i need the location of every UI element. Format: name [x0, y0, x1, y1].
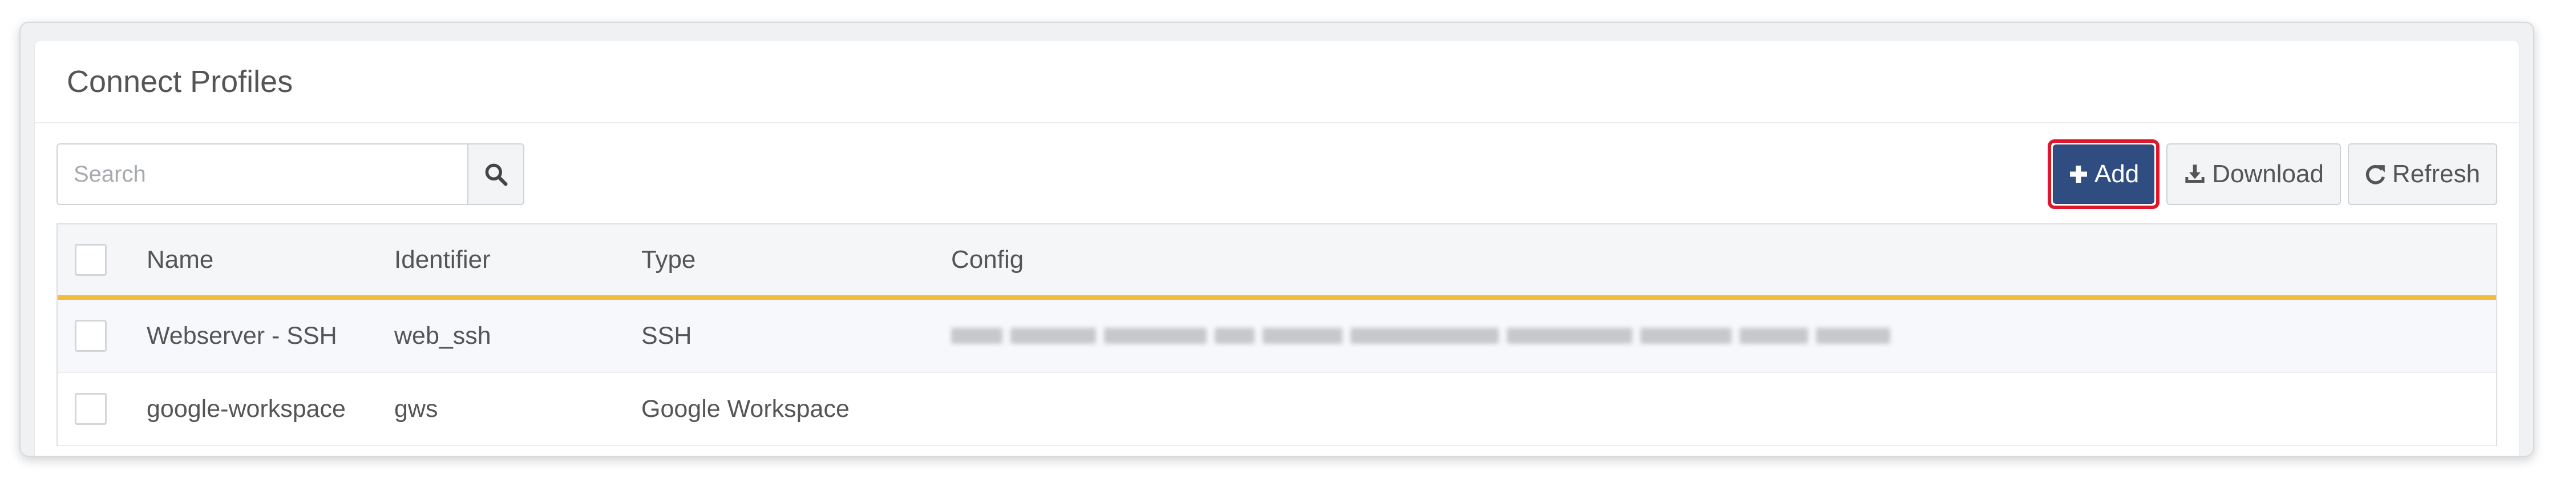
row-checkbox[interactable]	[75, 320, 107, 352]
plus-icon	[2069, 166, 2087, 183]
add-button-label: Add	[2094, 160, 2140, 188]
search-group	[56, 143, 524, 205]
search-input[interactable]	[56, 143, 467, 205]
connect-profiles-panel: Connect Profiles Search Add Download Ref…	[34, 40, 2520, 456]
toolbar-actions: Add Download Refresh	[2047, 139, 2497, 209]
profile-name: Webserver - SSH	[147, 322, 337, 350]
profile-identifier: web_ssh	[394, 322, 491, 350]
profile-type: Google Workspace	[641, 395, 850, 423]
download-icon	[2185, 164, 2205, 183]
select-all-checkbox[interactable]	[75, 244, 107, 276]
column-header-config[interactable]: Config	[951, 246, 1024, 274]
download-button-label: Download	[2212, 160, 2324, 188]
search-icon	[485, 163, 508, 186]
refresh-button-label: Refresh	[2392, 160, 2480, 188]
column-header-name[interactable]: Name	[147, 246, 213, 274]
column-header-type[interactable]: Type	[641, 246, 695, 274]
profile-name: google-workspace	[147, 395, 346, 423]
refresh-icon	[2365, 164, 2385, 184]
profile-identifier: gws	[394, 395, 438, 423]
refresh-button[interactable]: Refresh	[2347, 143, 2497, 205]
row-checkbox[interactable]	[75, 393, 107, 425]
profiles-table: Name Identifier Type Config Webserver - …	[56, 223, 2497, 446]
column-header-identifier[interactable]: Identifier	[394, 246, 491, 274]
table-row[interactable]: google-workspace gws Google Workspace	[58, 373, 2496, 446]
profile-type: SSH	[641, 322, 692, 350]
download-button[interactable]: Download	[2166, 143, 2341, 205]
add-button[interactable]: Add	[2052, 144, 2155, 204]
profile-config-redacted	[951, 328, 1890, 344]
search-button[interactable]	[467, 143, 524, 205]
app-window: Connect Profiles Search Add Download Ref…	[19, 22, 2534, 457]
toolbar: Add Download Refresh	[56, 139, 2497, 209]
page-title: Connect Profiles	[67, 64, 293, 99]
add-button-highlight: Add	[2047, 139, 2160, 209]
panel-header: Connect Profiles	[35, 41, 2519, 123]
table-row[interactable]: Webserver - SSH web_ssh SSH	[58, 300, 2496, 373]
table-header: Name Identifier Type Config	[58, 224, 2496, 300]
